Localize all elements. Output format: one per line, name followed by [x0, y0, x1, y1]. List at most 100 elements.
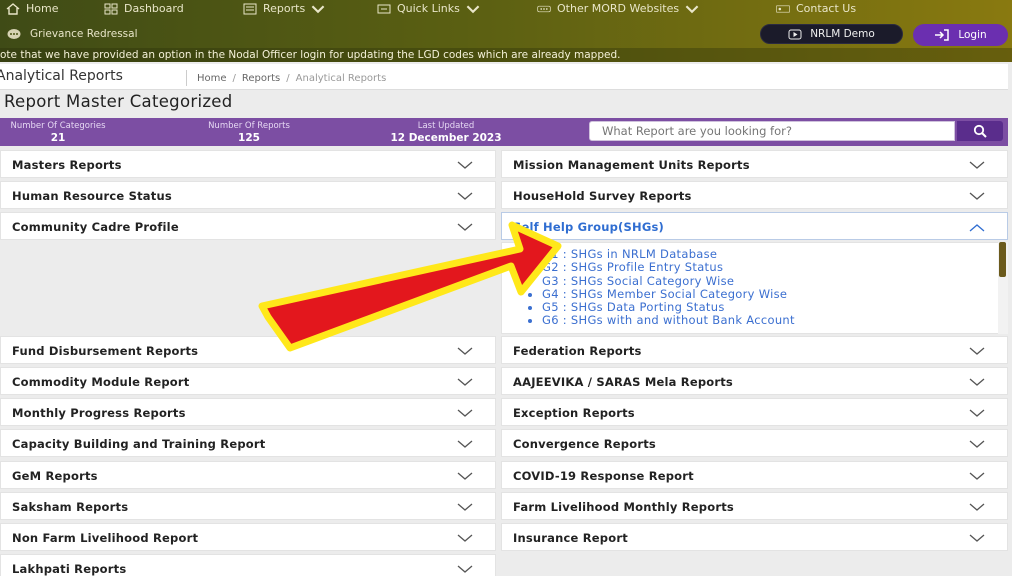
accordion-title: Community Cadre Profile: [12, 220, 179, 234]
breadcrumb-home[interactable]: Home: [197, 73, 227, 84]
accordion-title: GeM Reports: [12, 469, 98, 483]
accordion-right-4[interactable]: AAJEEVIKA / SARAS Mela Reports: [501, 367, 1008, 395]
accordion-right-8[interactable]: Farm Livelihood Monthly Reports: [501, 492, 1008, 520]
breadcrumb-reports[interactable]: Reports: [242, 73, 280, 84]
login-button[interactable]: Login: [913, 24, 1008, 46]
shg-report-link[interactable]: G6 : SHGs with and without Bank Account: [528, 314, 795, 327]
chevron-down-icon: [685, 4, 699, 13]
nav-other-mord-label: Other MORD Websites: [557, 2, 680, 15]
accordion-right-9[interactable]: Insurance Report: [501, 523, 1008, 551]
accordion-title: Mission Management Units Reports: [513, 158, 750, 172]
chevron-down-icon: [969, 503, 985, 511]
accordion-title: HouseHold Survey Reports: [513, 189, 692, 203]
accordion-left-5[interactable]: Monthly Progress Reports: [0, 398, 496, 426]
shg-report-link[interactable]: G2 : SHGs Profile Entry Status: [528, 260, 795, 274]
link-icon: [377, 4, 391, 13]
accordion-left-10[interactable]: Lakhpati Reports: [0, 554, 496, 576]
accordion-title: Non Farm Livelihood Report: [12, 531, 199, 545]
shg-report-link[interactable]: G1 : SHGs in NRLM Database: [528, 247, 795, 261]
accordion-title: Federation Reports: [513, 344, 642, 358]
nav-quick-links[interactable]: Quick Links: [377, 2, 480, 15]
search-icon: [973, 124, 987, 138]
stat-categories-value: 21: [50, 132, 66, 144]
nrlm-demo-button[interactable]: NRLM Demo: [760, 24, 903, 44]
nav-quick-links-label: Quick Links: [397, 2, 460, 15]
shg-panel-scrollbar[interactable]: [998, 242, 1008, 334]
login-label: Login: [958, 29, 987, 41]
nav-grievance[interactable]: Grievance Redressal: [6, 28, 138, 40]
nav-contact[interactable]: Contact Us: [776, 2, 856, 15]
accordion-left-1[interactable]: Human Resource Status: [0, 181, 496, 209]
scrollbar-thumb[interactable]: [999, 242, 1006, 277]
accordion-title: Convergence Reports: [513, 437, 656, 451]
section-title: Report Master Categorized: [4, 92, 233, 111]
accordion-left-8[interactable]: Saksham Reports: [0, 492, 496, 520]
accordion-left-4[interactable]: Commodity Module Report: [0, 367, 496, 395]
accordion-left-3[interactable]: Fund Disbursement Reports: [0, 336, 496, 364]
accordion-title: Insurance Report: [513, 531, 628, 545]
page-root: Home Dashboard Reports Quick Links Other…: [0, 0, 1024, 576]
chevron-down-icon: [969, 347, 985, 355]
contact-card-icon: [776, 5, 790, 12]
home-icon: [6, 2, 20, 15]
accordion-right-5[interactable]: Exception Reports: [501, 398, 1008, 426]
chevron-down-icon: [969, 378, 985, 386]
chat-icon: [7, 29, 21, 39]
accordion-title: Masters Reports: [12, 158, 122, 172]
accordion-title: Self Help Group(SHGs): [513, 220, 664, 234]
accordion-title: COVID-19 Response Report: [513, 469, 694, 483]
nrlm-demo-label: NRLM Demo: [810, 28, 875, 40]
accordion-left-9[interactable]: Non Farm Livelihood Report: [0, 523, 496, 551]
accordion-left-0[interactable]: Masters Reports: [0, 150, 496, 178]
nav-home[interactable]: Home: [6, 2, 58, 15]
stat-last-updated: Last Updated 12 December 2023: [370, 121, 522, 144]
breadcrumb: Home / Reports / Analytical Reports: [186, 70, 386, 86]
page-title: Analytical Reports: [0, 68, 123, 84]
chevron-down-icon: [457, 347, 473, 355]
page-header: Analytical Reports Home / Reports / Anal…: [0, 64, 1008, 90]
accordion-right-1[interactable]: HouseHold Survey Reports: [501, 181, 1008, 209]
shg-report-link[interactable]: G5 : SHGs Data Porting Status: [528, 300, 795, 314]
accordion-right-3[interactable]: Federation Reports: [501, 336, 1008, 364]
accordion-title: Commodity Module Report: [12, 375, 190, 389]
video-icon: [788, 29, 802, 39]
nav-contact-label: Contact Us: [796, 2, 857, 15]
accordion-title: Capacity Building and Training Report: [12, 437, 266, 451]
accordion-title: Fund Disbursement Reports: [12, 344, 199, 358]
chevron-down-icon: [969, 534, 985, 542]
stats-bar: Number Of Categories 21 Number Of Report…: [0, 118, 1008, 146]
nav-home-label: Home: [26, 2, 59, 15]
search-button[interactable]: [957, 121, 1003, 141]
accordion-right-6[interactable]: Convergence Reports: [501, 429, 1008, 457]
chevron-down-icon: [969, 472, 985, 480]
login-icon: [935, 29, 950, 41]
chevron-down-icon: [969, 192, 985, 200]
accordion-left-2[interactable]: Community Cadre Profile: [0, 212, 496, 240]
accordion-title: AAJEEVIKA / SARAS Mela Reports: [513, 375, 733, 389]
notice-ticker: ote that we have provided an option in t…: [0, 48, 1024, 62]
accordion-title: Lakhpati Reports: [12, 562, 127, 576]
chevron-down-icon: [457, 161, 473, 169]
accordion-left-7[interactable]: GeM Reports: [0, 461, 496, 489]
report-search-input[interactable]: [589, 121, 955, 141]
chevron-down-icon: [969, 440, 985, 448]
stat-categories: Number Of Categories 21: [0, 121, 128, 144]
chevron-down-icon: [969, 161, 985, 169]
nav-reports[interactable]: Reports: [243, 2, 325, 15]
shg-report-link[interactable]: G4 : SHGs Member Social Category Wise: [528, 287, 795, 301]
globe-icon: [537, 5, 551, 12]
accordion-right-7[interactable]: COVID-19 Response Report: [501, 461, 1008, 489]
nav-other-mord[interactable]: Other MORD Websites: [537, 2, 699, 15]
chevron-down-icon: [457, 472, 473, 480]
chevron-down-icon: [457, 440, 473, 448]
shg-report-link[interactable]: G3 : SHGs Social Category Wise: [528, 274, 795, 288]
nav-dashboard[interactable]: Dashboard: [104, 2, 184, 15]
chevron-down-icon: [457, 192, 473, 200]
nav-grievance-label: Grievance Redressal: [30, 28, 138, 40]
breadcrumb-separator: /: [286, 72, 290, 84]
chevron-down-icon: [457, 378, 473, 386]
accordion-title: Farm Livelihood Monthly Reports: [513, 500, 734, 514]
accordion-right-2[interactable]: Self Help Group(SHGs): [501, 212, 1008, 240]
accordion-right-0[interactable]: Mission Management Units Reports: [501, 150, 1008, 178]
accordion-left-6[interactable]: Capacity Building and Training Report: [0, 429, 496, 457]
